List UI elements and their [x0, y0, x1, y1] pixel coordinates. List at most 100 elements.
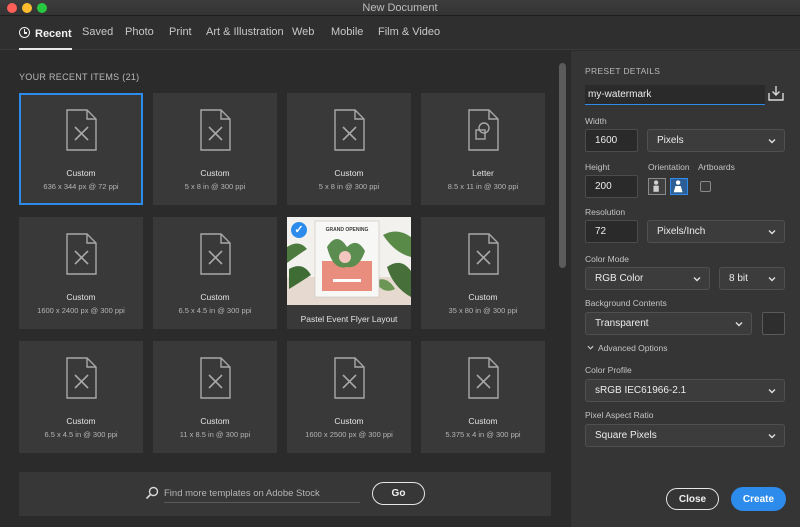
- preset-name-input[interactable]: [585, 85, 765, 105]
- blank-document-icon: [66, 109, 97, 151]
- item-dimensions: 6.5 x 4.5 in @ 300 ppi: [44, 430, 118, 439]
- item-name: Letter: [472, 168, 494, 178]
- recent-items-heading: YOUR RECENT ITEMS (21): [19, 72, 140, 82]
- checkmark-icon: ✓: [291, 222, 307, 238]
- blank-document-icon: [200, 233, 231, 275]
- stock-search-bar: Go: [19, 472, 551, 516]
- resolution-input[interactable]: [585, 220, 638, 243]
- chevron-down-icon: [587, 345, 594, 350]
- height-input[interactable]: [585, 175, 638, 198]
- width-input[interactable]: [585, 129, 638, 152]
- item-name: Custom: [66, 292, 96, 302]
- resolution-label: Resolution: [585, 207, 626, 217]
- scrollbar[interactable]: [559, 63, 566, 473]
- color-profile-label: Color Profile: [585, 365, 632, 375]
- search-icon: [145, 486, 159, 500]
- item-name: Custom: [66, 416, 96, 426]
- portrait-orientation-button[interactable]: [648, 178, 666, 195]
- item-name: Custom: [334, 168, 364, 178]
- recent-items-panel: YOUR RECENT ITEMS (21) Custom 636 x 344 …: [0, 51, 570, 527]
- recent-item-card[interactable]: Custom 6.5 x 4.5 in @ 300 ppi: [153, 217, 277, 329]
- item-name: Custom: [66, 168, 96, 178]
- item-dimensions: 5.375 x 4 in @ 300 ppi: [445, 430, 521, 439]
- title-bar: New Document: [0, 0, 800, 16]
- tab-saved[interactable]: Saved: [82, 26, 113, 50]
- item-name: Custom: [200, 416, 230, 426]
- thumbnail-text: GRAND OPENING: [326, 227, 369, 233]
- chevron-down-icon: [735, 322, 743, 327]
- recent-item-card[interactable]: Custom 5.375 x 4 in @ 300 ppi: [421, 341, 545, 453]
- resolution-unit-select[interactable]: Pixels/Inch: [647, 220, 785, 243]
- recent-item-card[interactable]: Custom 5 x 8 in @ 300 ppi: [153, 93, 277, 205]
- save-preset-icon[interactable]: [767, 84, 785, 102]
- person-icon: [673, 180, 683, 193]
- bit-depth-select[interactable]: 8 bit: [719, 267, 785, 290]
- advanced-options-toggle[interactable]: Advanced Options: [587, 343, 667, 353]
- blank-document-icon: [200, 357, 231, 399]
- blank-document-icon: [468, 233, 499, 275]
- chevron-down-icon: [693, 277, 701, 282]
- chevron-down-icon: [768, 434, 776, 439]
- blank-document-icon: [334, 357, 365, 399]
- pixel-aspect-ratio-select[interactable]: Square Pixels: [585, 424, 785, 447]
- tab-recent[interactable]: Recent: [19, 26, 72, 50]
- go-button[interactable]: Go: [372, 482, 425, 505]
- tab-web[interactable]: Web: [292, 26, 314, 50]
- artboards-checkbox[interactable]: [700, 181, 711, 192]
- color-mode-select[interactable]: RGB Color: [585, 267, 710, 290]
- item-dimensions: 6.5 x 4.5 in @ 300 ppi: [178, 306, 252, 315]
- recent-item-card[interactable]: Custom 11 x 8.5 in @ 300 ppi: [153, 341, 277, 453]
- person-icon: [653, 180, 659, 192]
- close-button[interactable]: Close: [666, 488, 719, 510]
- preset-details-heading: PRESET DETAILS: [585, 66, 661, 76]
- chevron-down-icon: [768, 277, 776, 282]
- clock-icon: [19, 27, 30, 38]
- scrollbar-thumb[interactable]: [559, 63, 566, 268]
- color-profile-select[interactable]: sRGB IEC61966-2.1: [585, 379, 785, 402]
- width-unit-select[interactable]: Pixels: [647, 129, 785, 152]
- chevron-down-icon: [768, 230, 776, 235]
- chevron-down-icon: [768, 139, 776, 144]
- category-tabs: Recent Saved Photo Print Art & Illustrat…: [0, 16, 800, 50]
- recent-item-card[interactable]: Letter 8.5 x 11 in @ 300 ppi: [421, 93, 545, 205]
- item-name: Custom: [468, 416, 498, 426]
- blank-document-icon: [200, 109, 231, 151]
- tab-film-video[interactable]: Film & Video: [378, 26, 440, 50]
- landscape-orientation-button[interactable]: [670, 178, 688, 195]
- background-contents-select[interactable]: Transparent: [585, 312, 752, 335]
- item-dimensions: 5 x 8 in @ 300 ppi: [318, 182, 380, 191]
- background-color-swatch[interactable]: [762, 312, 785, 335]
- blank-document-icon: [66, 357, 97, 399]
- item-dimensions: 1600 x 2400 px @ 300 ppi: [37, 306, 125, 315]
- item-name: Custom: [200, 168, 230, 178]
- item-dimensions: 35 x 80 in @ 300 ppi: [448, 306, 518, 315]
- item-name: Custom: [468, 292, 498, 302]
- tab-mobile[interactable]: Mobile: [331, 26, 363, 50]
- recent-item-card[interactable]: Custom 6.5 x 4.5 in @ 300 ppi: [19, 341, 143, 453]
- template-card-pastel-event-flyer[interactable]: GRAND OPENING ✓ Pastel Event Flyer Layou…: [287, 217, 411, 329]
- item-dimensions: 636 x 344 px @ 72 ppi: [43, 182, 119, 191]
- item-dimensions: 5 x 8 in @ 300 ppi: [184, 182, 246, 191]
- chevron-down-icon: [768, 389, 776, 394]
- preset-details-panel: PRESET DETAILS Width Pixels Height Orien…: [570, 51, 800, 527]
- recent-item-card[interactable]: Custom 5 x 8 in @ 300 ppi: [287, 93, 411, 205]
- tab-print[interactable]: Print: [169, 26, 192, 50]
- background-contents-label: Background Contents: [585, 298, 667, 308]
- recent-item-card[interactable]: Custom 636 x 344 px @ 72 ppi: [19, 93, 143, 205]
- blank-document-icon: [66, 233, 97, 275]
- stock-search-input[interactable]: [164, 484, 360, 503]
- create-button[interactable]: Create: [731, 487, 786, 511]
- recent-item-card[interactable]: Custom 1600 x 2400 px @ 300 ppi: [19, 217, 143, 329]
- item-dimensions: 1600 x 2500 px @ 300 ppi: [305, 430, 393, 439]
- pixel-aspect-ratio-label: Pixel Aspect Ratio: [585, 410, 654, 420]
- recent-item-card[interactable]: Custom 1600 x 2500 px @ 300 ppi: [287, 341, 411, 453]
- height-label: Height: [585, 162, 610, 172]
- blank-document-icon: [334, 109, 365, 151]
- recent-item-card[interactable]: Custom 35 x 80 in @ 300 ppi: [421, 217, 545, 329]
- color-mode-label: Color Mode: [585, 254, 629, 264]
- item-name: Custom: [200, 292, 230, 302]
- tab-art-illustration[interactable]: Art & Illustration: [206, 26, 284, 50]
- item-dimensions: 11 x 8.5 in @ 300 ppi: [179, 430, 251, 439]
- tab-photo[interactable]: Photo: [125, 26, 154, 50]
- orientation-label: Orientation: [648, 162, 690, 172]
